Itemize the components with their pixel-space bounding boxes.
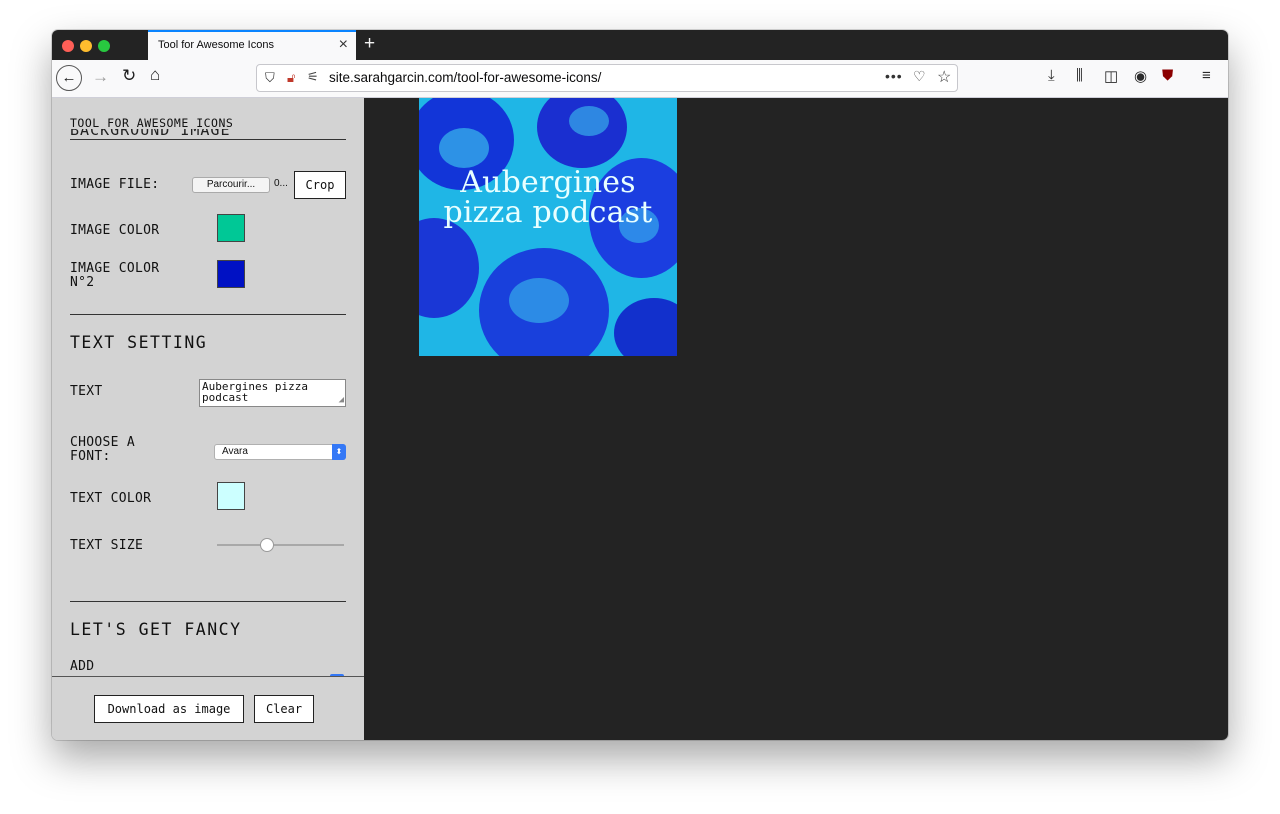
reload-icon[interactable]: ↻: [122, 66, 136, 86]
browser-window: Tool for Awesome Icons × + ← → ↻ ⌂ ⛉ 🔓︎ …: [52, 30, 1228, 740]
window-maximize-button[interactable]: [98, 40, 110, 52]
divider: [70, 601, 346, 602]
tracking-shield-icon[interactable]: ⛉: [265, 70, 275, 86]
texture-blob: [614, 298, 677, 356]
browser-tab[interactable]: Tool for Awesome Icons ×: [148, 30, 356, 60]
download-icon[interactable]: ⤓: [1048, 67, 1055, 84]
text-color-picker[interactable]: [217, 482, 245, 510]
tab-title: Tool for Awesome Icons: [158, 39, 274, 51]
image-color-label: IMAGE COLOR: [70, 223, 160, 238]
image-file-label: IMAGE FILE:: [70, 177, 160, 192]
text-label: TEXT: [70, 384, 103, 399]
clear-button[interactable]: Clear: [254, 695, 314, 723]
text-size-slider-thumb[interactable]: [260, 538, 274, 552]
forward-arrow-icon[interactable]: →: [92, 67, 109, 87]
page-content: TOOL FOR AWESOME ICONS BACKGROUND IMAGE …: [52, 98, 1228, 740]
page-actions-icon[interactable]: •••: [885, 68, 903, 84]
add-label: ADD: [70, 659, 95, 674]
font-select-value: Avara: [222, 446, 248, 457]
file-browse-button[interactable]: Parcourir...: [192, 177, 270, 193]
url-text[interactable]: site.sarahgarcin.com/tool-for-awesome-ic…: [329, 70, 601, 85]
window-minimize-button[interactable]: [80, 40, 92, 52]
sidebar-toggle-icon[interactable]: ◫: [1104, 67, 1118, 85]
app-header: TOOL FOR AWESOME ICONS: [70, 116, 234, 130]
account-icon[interactable]: ◉: [1134, 67, 1147, 85]
icon-preview: Aubergines pizza podcast: [419, 98, 677, 356]
image-color-2-label: IMAGE COLOR N°2: [70, 261, 160, 290]
text-color-label: TEXT COLOR: [70, 491, 152, 506]
font-label: CHOOSE A FONT:: [70, 435, 136, 464]
divider: [70, 314, 346, 315]
bookmark-star-icon[interactable]: ☆: [937, 67, 951, 87]
tab-strip: Tool for Awesome Icons × +: [52, 30, 1228, 60]
canvas-stage: Aubergines pizza podcast: [364, 98, 1228, 740]
permissions-icon[interactable]: ⚟: [307, 69, 319, 85]
download-as-image-button[interactable]: Download as image: [94, 695, 244, 723]
sidebar-footer: Download as image Clear: [52, 676, 364, 740]
divider: [70, 139, 346, 140]
settings-sidebar[interactable]: TOOL FOR AWESOME ICONS BACKGROUND IMAGE …: [52, 98, 364, 740]
pocket-icon[interactable]: ♡: [913, 68, 926, 85]
texture-highlight: [439, 128, 489, 168]
nav-bar: ← → ↻ ⌂ ⛉ 🔓︎ ⚟ site.sarahgarcin.com/tool…: [52, 60, 1228, 98]
resize-grip-icon[interactable]: ◢: [339, 396, 344, 405]
menu-hamburger-icon[interactable]: ≡: [1202, 67, 1211, 84]
preview-text: Aubergines pizza podcast: [443, 165, 653, 230]
crop-button[interactable]: Crop: [294, 171, 346, 199]
texture-highlight: [509, 278, 569, 323]
image-color-2-picker[interactable]: [217, 260, 245, 288]
text-input[interactable]: Aubergines pizza podcast ◢: [199, 379, 346, 407]
text-input-value: Aubergines pizza podcast: [202, 380, 315, 404]
font-select[interactable]: Avara ⬍: [214, 444, 346, 460]
text-size-slider-track[interactable]: [217, 544, 344, 546]
new-tab-button[interactable]: +: [364, 33, 375, 55]
home-icon[interactable]: ⌂: [150, 65, 160, 85]
select-caret-icon: ⬍: [332, 444, 346, 460]
back-arrow-icon[interactable]: ←: [56, 65, 82, 91]
image-color-picker[interactable]: [217, 214, 245, 242]
texture-highlight: [569, 106, 609, 136]
file-name: 0...: [274, 178, 288, 189]
library-icon[interactable]: ⫼: [1076, 67, 1083, 84]
tab-close-icon[interactable]: ×: [339, 36, 348, 54]
window-close-button[interactable]: [62, 40, 74, 52]
background-image-heading: BACKGROUND IMAGE: [70, 129, 231, 137]
text-size-label: TEXT SIZE: [70, 538, 144, 553]
text-setting-title: TEXT SETTING: [70, 333, 208, 352]
fancy-title: LET'S GET FANCY: [70, 620, 242, 639]
url-bar[interactable]: ⛉ 🔓︎ ⚟ site.sarahgarcin.com/tool-for-awe…: [256, 64, 958, 92]
ublock-shield-icon[interactable]: ⛊: [1162, 67, 1173, 84]
texture-blob: [419, 218, 479, 318]
insecure-lock-icon[interactable]: 🔓︎: [287, 70, 295, 86]
